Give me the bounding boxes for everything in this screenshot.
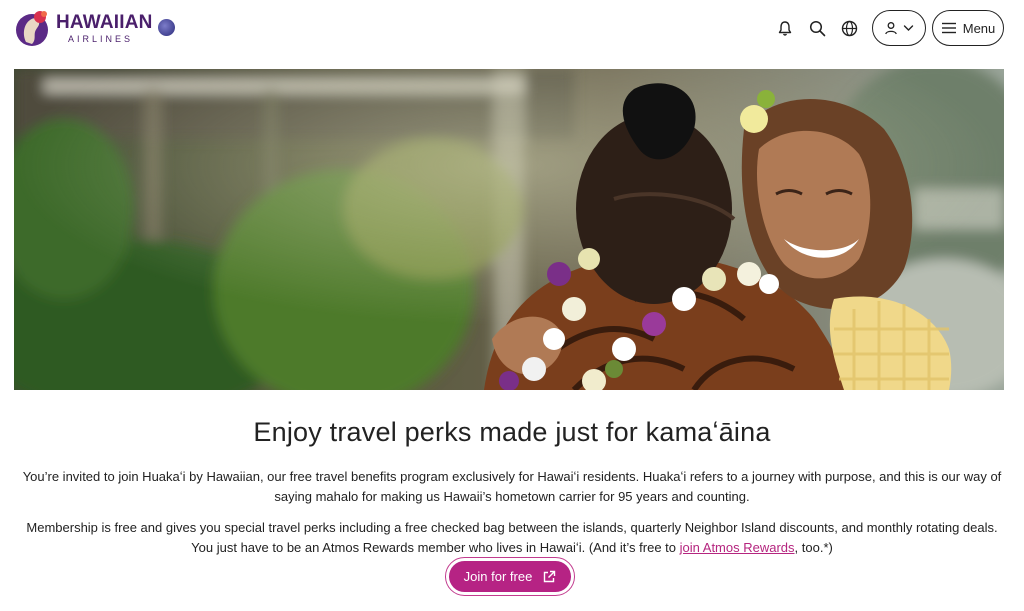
hamburger-icon (941, 22, 956, 34)
site-header: HAWAIIAN AIRLINES Menu (0, 0, 1024, 58)
user-icon (885, 22, 897, 35)
external-link-icon (544, 570, 556, 582)
brand-sub: AIRLINES (68, 33, 134, 44)
join-atmos-rewards-link[interactable]: join Atmos Rewards (680, 540, 795, 555)
membership-text-before: Membership is free and gives you special… (26, 520, 998, 555)
cta-focus-ring: Join for free (445, 557, 575, 596)
bell-icon[interactable] (775, 18, 795, 38)
globe-icon[interactable] (839, 18, 859, 38)
oneworld-icon (158, 19, 175, 36)
page-headline: Enjoy travel perks made just for kamaʻāi… (253, 417, 771, 447)
account-button[interactable] (872, 10, 926, 46)
pualani-logo-icon (16, 11, 48, 46)
hawaiian-airlines-logo[interactable]: HAWAIIAN AIRLINES (16, 8, 153, 48)
membership-paragraph: Membership is free and gives you special… (14, 518, 1010, 557)
brand-name: HAWAIIAN (56, 11, 153, 33)
membership-text-after: , too.*) (794, 539, 833, 555)
intro-paragraph: You’re invited to join Huakaʻi by Hawaii… (22, 469, 1002, 504)
join-for-free-button[interactable]: Join for free (449, 561, 571, 592)
menu-label: Menu (962, 20, 996, 36)
search-icon[interactable] (807, 18, 827, 38)
join-for-free-label: Join for free (463, 569, 533, 584)
hero-photo (14, 69, 1004, 390)
logo-wordmark: HAWAIIAN AIRLINES (56, 13, 153, 44)
menu-button[interactable]: Menu (932, 10, 1004, 46)
chevron-down-icon (903, 25, 914, 31)
